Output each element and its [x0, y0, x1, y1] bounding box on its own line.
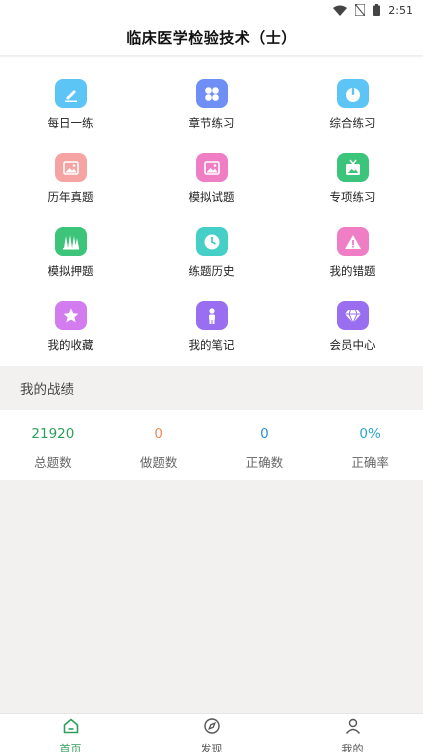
pencil-icon [54, 79, 87, 108]
user-icon [344, 717, 362, 739]
menu-label: 练题历史 [188, 264, 235, 278]
menu-label: 模拟试题 [188, 190, 235, 204]
stat-done-questions: 0 做题数 [106, 410, 212, 480]
power-icon [336, 79, 369, 108]
nav-home[interactable]: 首页 [0, 714, 141, 752]
menu-label: 综合练习 [329, 116, 376, 130]
wifi-icon [333, 5, 348, 16]
bottom-nav: 首页 发现 我的 [0, 713, 423, 752]
stat-total-questions: 21920 总题数 [0, 410, 106, 480]
nav-label: 我的 [341, 743, 364, 752]
stat-label: 总题数 [34, 455, 72, 470]
grid-four-icon [195, 79, 228, 108]
menu-item-my-favorites[interactable]: 我的收藏 [0, 279, 141, 353]
warning-icon [336, 227, 369, 256]
status-time: 2:51 [388, 3, 413, 17]
section-title: 我的战绩 [20, 382, 74, 398]
person-icon [195, 301, 228, 330]
diamond-icon [336, 301, 369, 330]
menu-label: 我的收藏 [47, 338, 94, 352]
menu-label: 章节练习 [188, 116, 235, 130]
battery-icon [373, 4, 381, 16]
menu-label: 历年真题 [47, 190, 94, 204]
menu-item-practice-history[interactable]: 练题历史 [141, 205, 282, 279]
section-header: 我的战绩 [0, 366, 423, 410]
home-icon [62, 717, 80, 739]
menu-label: 我的笔记 [188, 338, 235, 352]
menu-item-wrong-questions[interactable]: 我的错题 [282, 205, 423, 279]
picture-icon [195, 153, 228, 182]
menu-item-comprehensive-practice[interactable]: 综合练习 [282, 57, 423, 131]
nav-discover[interactable]: 发现 [141, 714, 282, 752]
app-header: 临床医学检验技术（士） [0, 20, 423, 56]
nav-label: 首页 [59, 743, 82, 752]
forest-icon [54, 227, 87, 256]
menu-label: 我的错题 [329, 264, 376, 278]
feature-grid: 每日一练 章节练习 综合练习 历年真题 模拟试题 专项练习 模拟押题 练题历史 … [0, 57, 423, 366]
menu-label: 模拟押题 [47, 264, 94, 278]
stats-panel: 21920 总题数 0 做题数 0 正确数 0% 正确率 [0, 410, 423, 480]
stat-value: 0 [154, 426, 163, 442]
menu-item-past-exams[interactable]: 历年真题 [0, 131, 141, 205]
status-bar: 2:51 [0, 0, 423, 20]
menu-item-chapter-practice[interactable]: 章节练习 [141, 57, 282, 131]
menu-item-special-practice[interactable]: 专项练习 [282, 131, 423, 205]
menu-item-daily-practice[interactable]: 每日一练 [0, 57, 141, 131]
star-icon [54, 301, 87, 330]
menu-label: 每日一练 [47, 116, 94, 130]
menu-item-mock-predictions[interactable]: 模拟押题 [0, 205, 141, 279]
clock-icon [195, 227, 228, 256]
stat-label: 做题数 [139, 455, 178, 470]
stat-correct-count: 0 正确数 [212, 410, 318, 480]
stat-correct-rate: 0% 正确率 [317, 410, 423, 480]
picture-icon [54, 153, 87, 182]
menu-label: 专项练习 [329, 190, 376, 204]
nav-mine[interactable]: 我的 [282, 714, 423, 752]
menu-item-my-notes[interactable]: 我的笔记 [141, 279, 282, 353]
tv-icon [336, 153, 369, 182]
stat-value: 0 [260, 426, 269, 442]
no-sim-icon [355, 4, 366, 16]
menu-item-mock-tests[interactable]: 模拟试题 [141, 131, 282, 205]
stat-label: 正确率 [351, 455, 389, 470]
stat-value: 0% [359, 426, 381, 442]
nav-label: 发现 [200, 743, 223, 752]
stat-label: 正确数 [245, 455, 284, 470]
menu-label: 会员中心 [329, 338, 376, 352]
stat-value: 21920 [31, 426, 75, 442]
menu-item-vip-center[interactable]: 会员中心 [282, 279, 423, 353]
page-title: 临床医学检验技术（士） [126, 29, 297, 47]
compass-icon [203, 717, 221, 739]
